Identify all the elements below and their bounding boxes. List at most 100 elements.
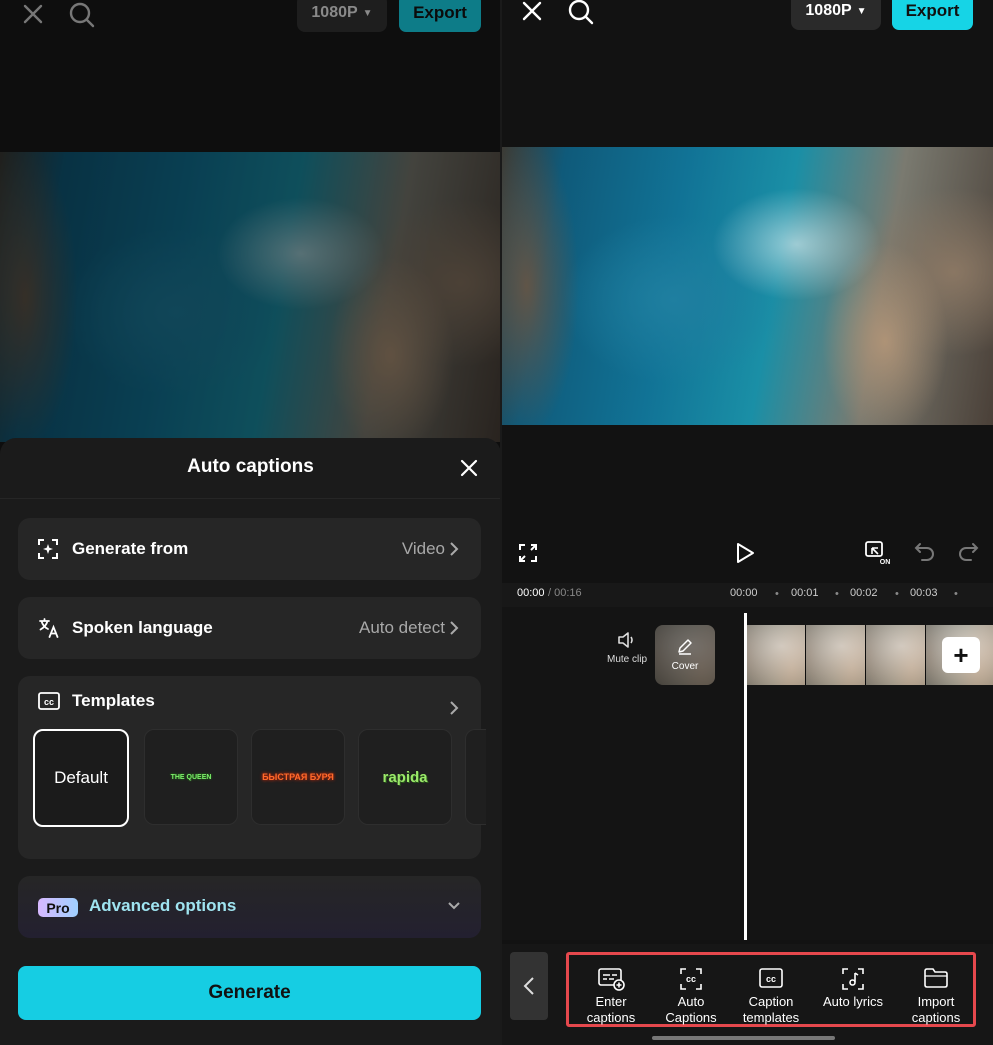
svg-text:cc: cc <box>686 974 696 984</box>
chevron-left-icon <box>523 977 534 995</box>
caret-down-icon: ▼ <box>362 7 373 19</box>
play-icon[interactable] <box>735 542 755 564</box>
redo-icon[interactable] <box>957 542 979 562</box>
pro-badge: Pro <box>38 898 78 917</box>
time-tick: 00:02 <box>850 587 878 599</box>
translate-icon <box>39 618 59 638</box>
export-button[interactable]: Export <box>892 0 973 30</box>
time-tick: 00:03 <box>910 587 938 599</box>
resolution-dropdown[interactable]: 1080P ▼ <box>297 0 387 32</box>
search-icon[interactable] <box>68 1 96 29</box>
caption-templates-icon: cc <box>759 968 783 988</box>
total-time: / 00:16 <box>548 587 582 599</box>
template-label: БЫСТРАЯ БУРЯ <box>262 772 334 782</box>
caption-tools-highlight: Enter captions cc Auto Captions cc Capti… <box>566 952 976 1027</box>
cover-button[interactable]: Cover <box>655 625 715 685</box>
auto-lyrics-button[interactable]: Auto lyrics <box>813 955 893 1030</box>
tick-dot: • <box>835 588 839 600</box>
auto-captions-icon: cc <box>680 968 702 990</box>
chevron-down-icon <box>448 902 460 910</box>
template-label: Default <box>54 768 108 787</box>
close-sheet-icon[interactable] <box>459 458 479 478</box>
import-captions-button[interactable]: Import captions <box>896 955 976 1030</box>
templates-label: Templates <box>72 691 155 710</box>
template-partial[interactable] <box>465 729 486 825</box>
auto-captions-button[interactable]: cc Auto Captions <box>651 955 731 1030</box>
spoken-language-value: Auto detect <box>358 618 445 637</box>
tool-label: Caption templates <box>742 994 800 1025</box>
undo-icon[interactable] <box>914 542 936 562</box>
enter-captions-button[interactable]: Enter captions <box>571 955 651 1030</box>
template-rapida[interactable]: rapida <box>358 729 452 825</box>
fullscreen-icon[interactable] <box>518 543 538 563</box>
clip-frame <box>746 625 806 685</box>
search-icon[interactable] <box>567 0 595 26</box>
cc-icon: cc <box>38 692 60 710</box>
generate-from-value: Video <box>401 539 445 558</box>
auto-lyrics-icon <box>842 968 864 990</box>
add-clip-button[interactable]: + <box>942 637 980 673</box>
tick-dot: • <box>954 588 958 600</box>
template-the-queen[interactable]: THE QUEEN <box>144 729 238 825</box>
caption-templates-button[interactable]: cc Caption templates <box>731 955 811 1030</box>
track-area: Mute clip Cover + <box>502 607 993 940</box>
chevron-right-icon <box>450 621 459 635</box>
resolution-label: 1080P <box>311 4 358 21</box>
template-label: THE QUEEN <box>170 773 212 781</box>
advanced-options-row[interactable]: Pro Advanced options <box>18 876 481 938</box>
video-preview <box>0 152 501 442</box>
plus-icon: + <box>953 639 969 670</box>
chevron-right-icon[interactable] <box>449 700 459 716</box>
caret-down-icon: ▼ <box>856 5 867 17</box>
top-bar: 1080P ▼ Export <box>0 0 501 40</box>
generate-button[interactable]: Generate <box>18 966 481 1020</box>
spoken-language-row[interactable]: Spoken language Auto detect <box>18 597 481 659</box>
sheet-title: Auto captions <box>187 456 314 477</box>
resolution-label: 1080P <box>805 2 852 19</box>
edit-pencil-icon <box>678 639 692 655</box>
speaker-icon <box>618 632 633 648</box>
time-tick: 00:00 <box>730 587 758 599</box>
back-button[interactable] <box>510 952 548 1020</box>
tick-dot: • <box>895 588 899 600</box>
template-bystraya-burya[interactable]: БЫСТРАЯ БУРЯ <box>251 729 345 825</box>
tool-label: Auto lyrics <box>823 994 883 1009</box>
playhead[interactable] <box>744 613 747 940</box>
divider <box>0 498 501 499</box>
import-captions-icon <box>924 968 948 988</box>
video-preview <box>502 147 993 425</box>
spoken-language-label: Spoken language <box>72 618 213 637</box>
template-default[interactable]: Default <box>33 729 129 827</box>
mute-clip-label: Mute clip <box>606 654 647 665</box>
resolution-dropdown[interactable]: 1080P ▼ <box>791 0 881 30</box>
tool-label: Import captions <box>911 994 961 1025</box>
generate-from-row[interactable]: Generate from Video <box>18 518 481 580</box>
top-bar: 1080P ▼ Export <box>502 0 993 40</box>
caption-toolbar: Enter captions cc Auto Captions cc Capti… <box>502 944 993 1045</box>
close-icon[interactable] <box>521 0 543 22</box>
time-tick: 00:01 <box>791 587 819 599</box>
tick-dot: • <box>775 588 779 600</box>
cover-label: Cover <box>671 661 699 672</box>
timeline-ruler: 00:00 / 00:16 00:00 • 00:01 • 00:02 • 00… <box>502 583 993 607</box>
templates-section: cc Templates Default THE QUEEN БЫСТРАЯ Б… <box>18 676 486 859</box>
svg-text:cc: cc <box>44 697 54 707</box>
chevron-right-icon <box>450 542 459 556</box>
playback-controls: ON <box>502 530 993 574</box>
left-screen: 1080P ▼ Export Auto captions Generate fro… <box>0 0 501 1045</box>
enter-captions-icon <box>598 968 625 991</box>
current-time: 00:00 <box>517 587 545 599</box>
template-label: rapida <box>382 768 428 786</box>
close-icon[interactable] <box>22 3 44 25</box>
cover-thumbnail <box>655 625 715 685</box>
mute-clip-button[interactable]: Mute clip <box>606 631 648 666</box>
scan-sparkle-icon <box>38 539 58 559</box>
export-button[interactable]: Export <box>399 0 481 32</box>
tool-label: Auto Captions <box>665 994 717 1025</box>
auto-captions-sheet: Auto captions Generate from Video Spoken… <box>0 438 501 1045</box>
clip-frame <box>806 625 866 685</box>
right-screen: 1080P ▼ Export ON 00:00 / 00:16 00:00 • 0… <box>502 0 993 1045</box>
keyframe-on-icon[interactable]: ON <box>864 540 892 566</box>
home-indicator <box>652 1036 835 1040</box>
clip-frame <box>866 625 926 685</box>
